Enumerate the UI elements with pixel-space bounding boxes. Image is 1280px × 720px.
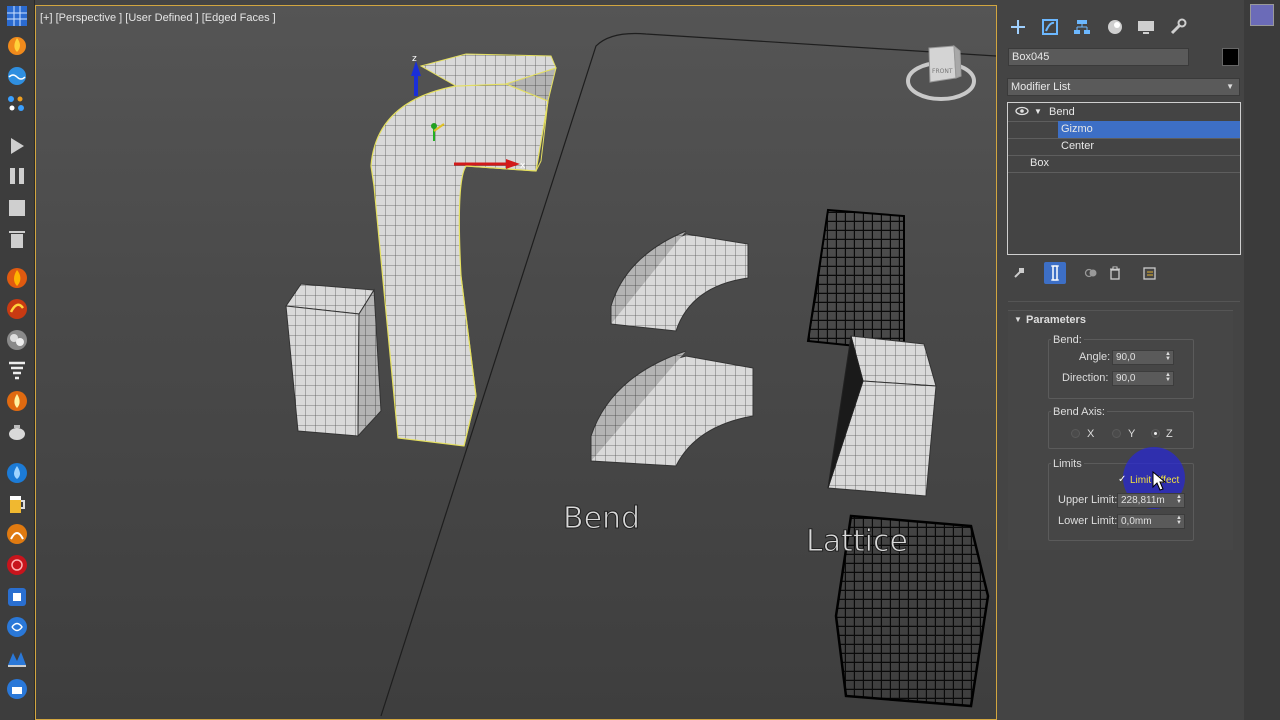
axis-z-radio[interactable] <box>1151 429 1160 438</box>
particles-icon[interactable] <box>5 92 29 116</box>
bend-segment-top[interactable] <box>610 230 749 332</box>
tornado-icon[interactable] <box>5 358 29 382</box>
smoke-icon[interactable] <box>5 328 29 352</box>
stack-divider <box>1008 172 1240 173</box>
bend-segment-bottom[interactable] <box>590 350 754 467</box>
stack-toolbar <box>1008 262 1240 286</box>
parameters-title[interactable]: Parameters <box>1026 314 1086 326</box>
limits-label: Limits <box>1051 458 1084 470</box>
spinner-arrows-icon[interactable]: ▲ ▼ <box>1176 494 1182 505</box>
spinner-arrows-icon[interactable]: ▲ ▼ <box>1165 351 1171 362</box>
utilities-tab-icon[interactable] <box>1167 16 1189 38</box>
mouse-cursor-icon <box>1152 471 1166 491</box>
bend-axis-label: Bend Axis: <box>1051 406 1107 418</box>
panel-menu-icon[interactable] <box>1250 4 1274 26</box>
beer-icon[interactable] <box>5 492 29 516</box>
create-tab-icon[interactable] <box>1007 16 1029 38</box>
object-color-swatch[interactable] <box>1222 48 1239 66</box>
show-end-result-icon[interactable] <box>1044 262 1066 284</box>
right-edge-strip <box>1244 0 1280 720</box>
viewcube-face-label: FRONT <box>932 68 953 75</box>
stack-item-center[interactable]: Center <box>1008 138 1240 155</box>
stack-item-center-label: Center <box>1061 140 1095 152</box>
gizmo-x-label: x <box>520 161 526 171</box>
gizmo-z-label: z <box>412 54 417 64</box>
left-box[interactable] <box>285 283 382 438</box>
blue-wave-icon[interactable] <box>5 646 29 670</box>
scene-text-lattice: Lattice <box>806 524 908 559</box>
upper-limit-label: Upper Limit: <box>1058 494 1118 506</box>
lower-limit-label: Lower Limit: <box>1058 515 1118 527</box>
angle-value: 90,0 <box>1116 352 1136 363</box>
blue-box-icon[interactable] <box>5 585 29 609</box>
scene-text-bend: Bend <box>563 501 640 536</box>
teapot-icon[interactable] <box>5 420 29 444</box>
bend-group <box>1048 339 1194 399</box>
axis-z-label: Z <box>1166 428 1173 440</box>
stack-item-box[interactable]: Box <box>1008 155 1240 172</box>
hierarchy-tab-icon[interactable] <box>1071 16 1093 38</box>
stack-item-bend-label: Bend <box>1049 106 1075 118</box>
blue-swirl-icon[interactable] <box>5 615 29 639</box>
display-tab-icon[interactable] <box>1135 16 1157 38</box>
pause-icon[interactable] <box>5 164 29 188</box>
liquid-pour-icon[interactable] <box>5 522 29 546</box>
angle-label: Angle: <box>1079 351 1111 363</box>
stack-item-gizmo-label: Gizmo <box>1061 123 1093 135</box>
axis-y-radio[interactable] <box>1112 429 1121 438</box>
direction-label: Direction: <box>1062 372 1109 384</box>
right-box[interactable] <box>827 335 937 497</box>
remove-modifier-icon[interactable] <box>1104 262 1126 284</box>
fire-swirl-icon[interactable] <box>5 297 29 321</box>
scene-3d: z x Bend Lattice FRONT <box>285 32 996 717</box>
modify-tab-icon[interactable] <box>1039 16 1061 38</box>
lower-limit-spinner[interactable]: 0,0mm ▲ ▼ <box>1117 514 1185 529</box>
chevron-down-icon: ▼ <box>1226 82 1234 91</box>
upper-limit-value: 228,811m <box>1121 495 1165 506</box>
stop-icon[interactable] <box>5 196 29 220</box>
left-toolbar <box>0 0 35 720</box>
blue-bucket-icon[interactable] <box>5 677 29 701</box>
motion-tab-icon[interactable] <box>1104 16 1126 38</box>
spinner-arrows-icon[interactable]: ▲ ▼ <box>1165 372 1171 383</box>
rollout-collapse-icon[interactable]: ▼ <box>1014 315 1022 324</box>
make-unique-icon[interactable] <box>1080 262 1102 284</box>
direction-value: 90,0 <box>1116 373 1136 384</box>
grid-icon[interactable] <box>5 4 29 28</box>
axis-y-label: Y <box>1128 428 1136 440</box>
upper-limit-spinner[interactable]: 228,811m ▲ ▼ <box>1117 493 1185 508</box>
configure-modifier-sets-icon[interactable] <box>1139 262 1161 284</box>
modifier-list-label: Modifier List <box>1011 81 1071 93</box>
stack-item-bend[interactable]: ▼ Bend <box>1008 104 1240 121</box>
lower-limit-value: 0,0mm <box>1121 516 1152 527</box>
object-name-field[interactable]: Box045 <box>1008 48 1189 66</box>
stack-item-box-label: Box <box>1030 157 1049 169</box>
fire-icon[interactable] <box>5 33 29 57</box>
water-drop-icon[interactable] <box>5 461 29 485</box>
stack-item-gizmo[interactable]: Gizmo <box>1058 121 1240 138</box>
limit-effect-checkbox[interactable]: ✓ <box>1118 474 1126 485</box>
perspective-viewport[interactable]: [+] [Perspective ] [User Defined ] [Edge… <box>35 5 997 720</box>
expand-triangle-icon[interactable]: ▼ <box>1034 104 1042 120</box>
axis-x-label: X <box>1087 428 1095 440</box>
bent-box-selected[interactable] <box>370 53 557 447</box>
flame-drop-icon[interactable] <box>5 389 29 413</box>
modifier-stack: ▼ Bend Gizmo Center Box <box>1007 102 1241 255</box>
play-icon[interactable] <box>5 134 29 158</box>
trash-icon[interactable] <box>5 227 29 251</box>
direction-spinner[interactable]: 90,0 ▲ ▼ <box>1112 371 1174 386</box>
axis-x-radio[interactable] <box>1071 429 1080 438</box>
lattice-box-top[interactable] <box>806 208 905 353</box>
bend-group-label: Bend: <box>1051 334 1084 346</box>
pin-stack-icon[interactable] <box>1008 262 1030 284</box>
red-ball-icon[interactable] <box>5 553 29 577</box>
panel-divider <box>1008 301 1240 302</box>
spinner-arrows-icon[interactable]: ▲ ▼ <box>1176 515 1182 526</box>
angle-spinner[interactable]: 90,0 ▲ ▼ <box>1112 350 1174 365</box>
modifier-list-dropdown[interactable]: Modifier List ▼ <box>1007 78 1240 96</box>
water-icon[interactable] <box>5 64 29 88</box>
flame-icon[interactable] <box>5 266 29 290</box>
